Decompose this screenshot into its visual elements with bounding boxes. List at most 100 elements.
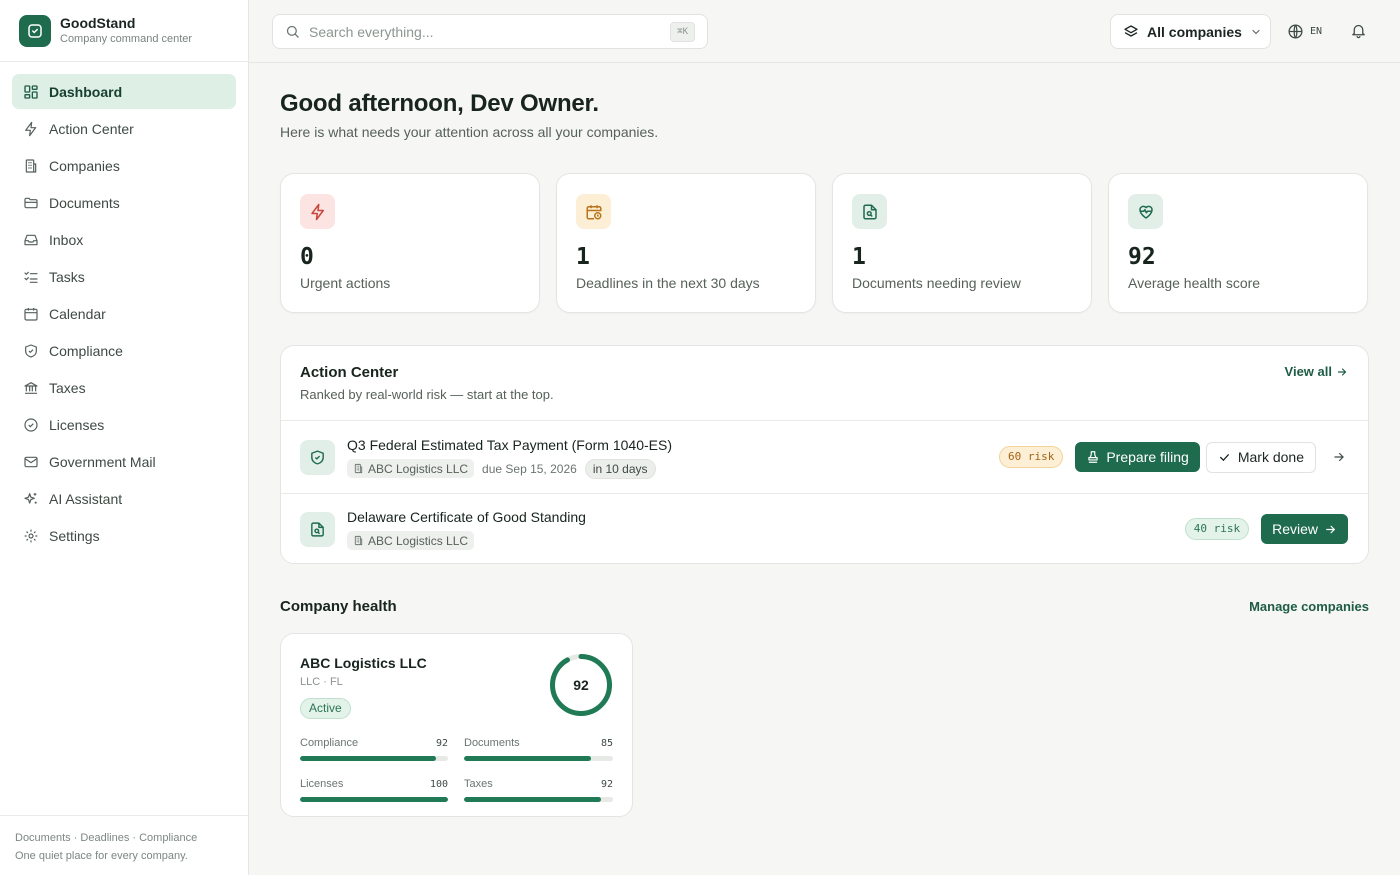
page-title: Good afternoon, Dev Owner. [280, 90, 599, 117]
language-label: EN [1310, 26, 1323, 37]
risk-badge: 40 risk [1184, 518, 1250, 540]
bell-icon [1352, 24, 1365, 39]
globe-icon [1288, 24, 1303, 39]
sidebar-footer-line2: One quiet place for every company. [15, 850, 188, 862]
review-button[interactable]: Review [1261, 514, 1348, 544]
logo-shield-icon [19, 14, 51, 47]
health-metrics: Compliance 92 Documents 85 Licenses 100 Tax… [300, 737, 613, 802]
page-subtitle: Here is what needs your attention across… [280, 124, 659, 140]
stat-card-health[interactable]: 92 Average health score [1108, 173, 1368, 313]
calendar-icon [24, 307, 38, 321]
review-label: Review [1272, 521, 1318, 537]
sidebar-item-label: Action Center [49, 120, 134, 137]
health-score-ring: 92 [549, 653, 613, 717]
sidebar-item-taxes[interactable]: Taxes [12, 370, 236, 405]
sidebar-item-documents[interactable]: Documents [12, 185, 236, 220]
stat-icon-wrap [1128, 194, 1163, 229]
stat-icon-wrap [300, 194, 335, 229]
stat-card-documents[interactable]: 1 Documents needing review [832, 173, 1092, 313]
list-check-icon [24, 271, 38, 283]
action-item-icon-wrap [300, 511, 335, 547]
search-input[interactable] [309, 23, 649, 40]
arrow-right-icon [1337, 367, 1347, 376]
sidebar-item-label: Documents [49, 194, 120, 211]
file-search-icon [862, 204, 877, 219]
sidebar-item-compliance[interactable]: Compliance [12, 333, 236, 368]
chevron-down-icon [1252, 29, 1260, 34]
manage-companies-link[interactable]: Manage companies [1249, 599, 1369, 614]
company-health-card[interactable]: ABC Logistics LLC LLC · FL Active 92 Com… [280, 633, 633, 817]
view-all-link[interactable]: View all [1285, 364, 1348, 379]
sidebar-item-label: Dashboard [49, 83, 123, 100]
action-item[interactable]: Delaware Certificate of Good Standing AB… [281, 493, 1368, 564]
company-chip-label: ABC Logistics LLC [368, 533, 469, 548]
sidebar: GoodStand Company command center Dashboa… [0, 0, 249, 875]
sidebar-item-government-mail[interactable]: Government Mail [12, 444, 236, 479]
stat-value: 92 [1128, 244, 1156, 270]
search-shortcut: ⌘K [670, 22, 695, 42]
metric-label: Documents [464, 737, 520, 749]
sidebar-item-companies[interactable]: Companies [12, 148, 236, 183]
mail-icon [24, 456, 38, 467]
stat-label: Urgent actions [300, 275, 391, 291]
sidebar-item-label: Calendar [49, 305, 106, 322]
brand[interactable]: GoodStand Company command center [0, 0, 248, 62]
sidebar-item-label: Tasks [49, 268, 85, 285]
mark-done-button[interactable]: Mark done [1205, 441, 1316, 473]
dashboard-icon [24, 84, 38, 99]
company-chip-label: ABC Logistics LLC [368, 461, 469, 476]
prepare-filing-label: Prepare filing [1106, 449, 1189, 465]
brand-name: GoodStand [60, 15, 136, 31]
stat-card-urgent[interactable]: 0 Urgent actions [280, 173, 540, 313]
notifications-button[interactable] [1350, 22, 1367, 39]
file-search-icon [311, 521, 324, 537]
stat-label: Documents needing review [852, 275, 1021, 291]
badge-check-icon [24, 417, 38, 432]
sidebar-item-calendar[interactable]: Calendar [12, 296, 236, 331]
bolt-icon [310, 203, 324, 220]
language-switcher[interactable]: EN [1287, 14, 1322, 49]
calendar-clock-icon [586, 204, 601, 219]
landmark-icon [24, 381, 38, 394]
metric-licenses: Licenses 100 [300, 778, 448, 802]
metric-value: 92 [435, 738, 448, 749]
company-switcher[interactable]: All companies [1110, 14, 1271, 49]
sidebar-item-dashboard[interactable]: Dashboard [12, 74, 236, 109]
shield-check-icon [25, 343, 37, 358]
company-health-title: Company health [280, 597, 397, 615]
sidebar-item-label: Government Mail [49, 453, 156, 470]
stat-label: Average health score [1128, 275, 1261, 291]
metric-documents: Documents 85 [464, 737, 613, 761]
status-badge: Active [300, 698, 351, 719]
sidebar-item-tasks[interactable]: Tasks [12, 259, 236, 294]
stat-label: Deadlines in the next 30 days [576, 275, 760, 291]
sidebar-item-inbox[interactable]: Inbox [12, 222, 236, 257]
action-item[interactable]: Q3 Federal Estimated Tax Payment (Form 1… [281, 421, 1368, 493]
metric-label: Compliance [300, 737, 359, 749]
prepare-filing-button[interactable]: Prepare filing [1075, 442, 1200, 472]
metric-taxes: Taxes 92 [464, 778, 613, 802]
sidebar-item-label: Companies [49, 157, 120, 174]
folder-icon [24, 197, 38, 208]
topbar: ⌘K All companies EN [249, 0, 1400, 63]
metric-bar [300, 797, 448, 802]
building-icon [25, 158, 37, 173]
stat-card-deadlines[interactable]: 1 Deadlines in the next 30 days [556, 173, 816, 313]
search-icon [286, 25, 299, 38]
sidebar-item-label: Taxes [49, 379, 86, 396]
metric-bar [300, 756, 437, 761]
stat-value: 1 [852, 244, 866, 270]
sidebar-item-licenses[interactable]: Licenses [12, 407, 236, 442]
sidebar-item-label: Compliance [49, 342, 123, 359]
stat-icon-wrap [852, 194, 887, 229]
sidebar-item-ai-assistant[interactable]: AI Assistant [12, 481, 236, 516]
metric-value: 85 [600, 738, 613, 749]
metric-label: Taxes [464, 778, 493, 790]
sidebar-item-action-center[interactable]: Action Center [12, 111, 236, 146]
sidebar-item-label: AI Assistant [49, 490, 123, 507]
sidebar-item-settings[interactable]: Settings [12, 518, 236, 553]
stat-value: 1 [576, 244, 590, 270]
search-box[interactable]: ⌘K [272, 14, 708, 49]
arrow-right-icon[interactable] [1330, 450, 1348, 464]
action-item-title: Q3 Federal Estimated Tax Payment (Form 1… [347, 436, 672, 453]
